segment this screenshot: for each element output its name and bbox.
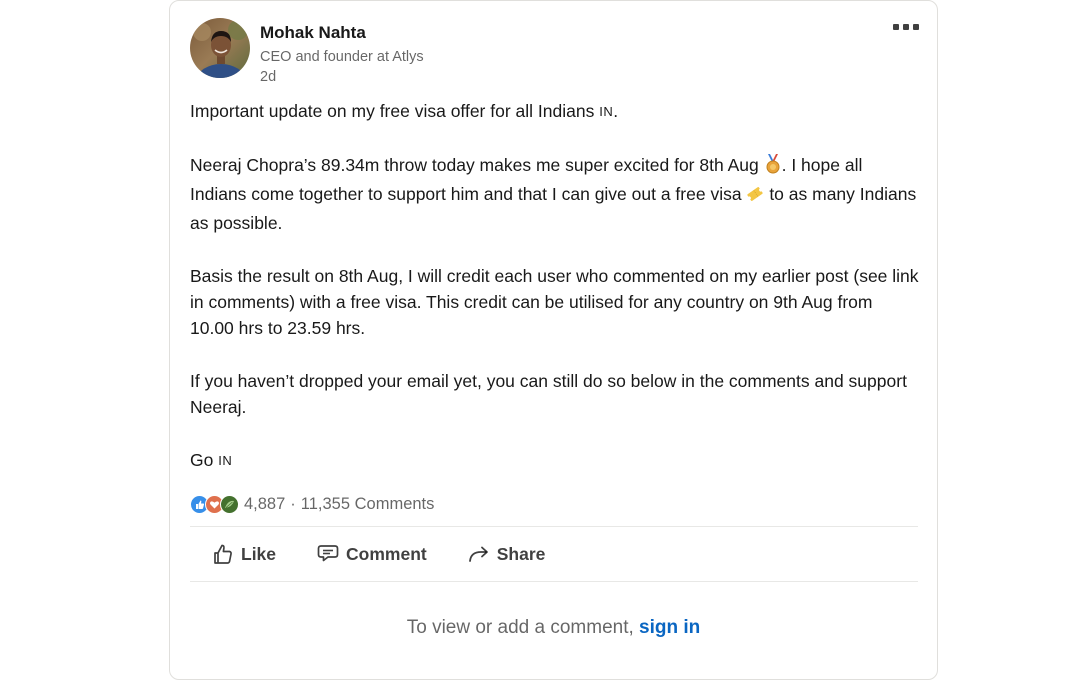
signin-link[interactable]: sign in [639, 617, 700, 638]
p1-text: Important update on my free visa offer f… [190, 101, 595, 121]
avatar-photo [190, 18, 250, 78]
count-separator: · [290, 494, 296, 513]
divider-bottom [190, 581, 918, 582]
post-paragraph-4: If you haven’t dropped your email yet, y… [190, 370, 907, 418]
divider-top [190, 526, 918, 527]
post-body: Important update on my free visa offer f… [190, 98, 920, 474]
post-paragraph-5: Go IN [190, 447, 920, 474]
india-flag-emoji: IN [599, 104, 614, 119]
reactions-count[interactable]: 4,887 [244, 495, 285, 514]
comment-label: Comment [346, 543, 427, 564]
post-paragraph-3: Basis the result on 8th Aug, I will cred… [190, 265, 919, 339]
comments-count[interactable]: 11,355 Comments [301, 495, 435, 514]
share-arrow-icon [468, 546, 488, 562]
share-label: Share [496, 543, 546, 564]
signin-prompt: To view or add a comment, sign in [170, 617, 937, 639]
author-avatar[interactable] [190, 18, 250, 78]
thumbs-up-icon [214, 544, 232, 564]
support-reaction-icon [220, 494, 239, 514]
signin-prompt-text: To view or add a comment, [406, 617, 634, 638]
p1-end: . [613, 101, 619, 121]
action-bar: Like Comment Share [190, 531, 545, 577]
india-flag-emoji: IN [218, 452, 233, 468]
like-button[interactable]: Like [211, 534, 276, 574]
comment-icon [317, 545, 339, 562]
like-label: Like [241, 543, 277, 564]
author-headline: CEO and founder at Atlys [260, 49, 424, 65]
p2-text-a: Neeraj Chopra’s 89.34m throw today makes… [190, 154, 759, 175]
reaction-icons[interactable] [190, 494, 239, 514]
post-timestamp: 2d [260, 69, 277, 85]
post-card: Mohak Nahta CEO and founder at Atlys 2d … [169, 0, 938, 680]
medal-icon [764, 153, 782, 181]
more-horizontal-icon [893, 24, 919, 30]
more-options-button[interactable] [891, 15, 921, 39]
social-counts: 4,887 · 11,355 Comments [190, 491, 434, 517]
post-paragraph-2: Neeraj Chopra’s 89.34m throw today makes… [190, 152, 920, 237]
comment-button[interactable]: Comment [316, 534, 427, 574]
post-paragraph-1: Important update on my free visa offer f… [190, 98, 920, 125]
p5-text: Go [190, 449, 214, 470]
share-button[interactable]: Share [467, 534, 546, 574]
ticket-icon [746, 184, 764, 210]
author-name[interactable]: Mohak Nahta [260, 23, 366, 43]
